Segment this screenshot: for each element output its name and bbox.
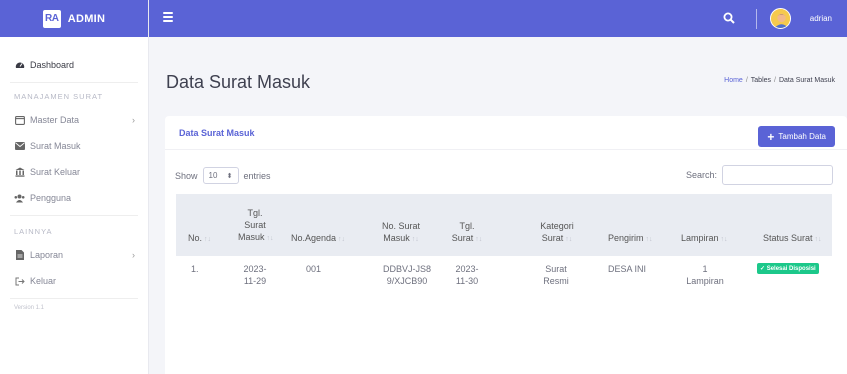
sidebar-item-label: Keluar <box>30 276 57 286</box>
breadcrumb-tables[interactable]: Tables <box>751 77 771 84</box>
show-label: Show <box>175 170 198 181</box>
building-icon <box>14 167 25 177</box>
sidebar-item-laporan[interactable]: Laporan › <box>0 242 148 268</box>
entries-control: Show 10 ⬍ entries <box>175 167 271 184</box>
brand-name: ADMIN <box>67 12 106 25</box>
entries-value: 10 <box>208 171 218 180</box>
column-header-no-agenda[interactable]: No.Agenda ↑↓ <box>291 232 345 246</box>
check-icon: ✓ <box>760 266 766 272</box>
breadcrumb-home[interactable]: Home <box>724 77 743 84</box>
brand[interactable]: RA ADMIN <box>0 0 148 37</box>
cell-pengirim: DESA INI <box>608 264 647 274</box>
sidebar-item-keluar[interactable]: Keluar <box>0 268 148 294</box>
logout-icon <box>14 277 25 286</box>
search-input[interactable] <box>722 165 833 185</box>
column-header-lampiran[interactable]: Lampiran ↑↓ <box>681 232 728 246</box>
file-icon <box>14 250 25 260</box>
cell-no-agenda: 001 <box>306 264 322 274</box>
cell-kategori: Surat Resmi <box>543 264 569 286</box>
users-icon <box>14 194 25 203</box>
card-title: Data Surat Masuk <box>179 127 255 138</box>
sidebar-heading-manage: MANAJAMEN SURAT <box>14 91 104 101</box>
chevron-right-icon: › <box>132 250 135 260</box>
card-header: Data Surat Masuk <box>165 116 847 150</box>
entries-label: entries <box>243 170 271 181</box>
entries-select[interactable]: 10 ⬍ <box>202 167 239 184</box>
cell-tgl-surat-masuk: 2023-11-29 <box>243 264 267 286</box>
page-title: Data Surat Masuk <box>166 72 311 92</box>
column-header-kategori-surat[interactable]: Kategori Surat ↑↓ <box>532 220 582 246</box>
status-badge: ✓ Selesai Disposisi <box>757 263 819 274</box>
column-header-pengirim[interactable]: Pengirim ↑↓ <box>608 232 653 246</box>
sidebar-item-label: Surat Masuk <box>30 141 81 151</box>
sidebar-item-surat-masuk[interactable]: Surat Masuk <box>0 133 148 159</box>
sidebar-item-dashboard[interactable]: Dashboard <box>0 52 148 78</box>
table-header: No. ↑↓ Tgl. Surat Masuk ↑↓ No.Agenda ↑↓ No.… <box>176 194 832 256</box>
add-data-label: Tambah Data <box>778 132 826 141</box>
plus-icon: + <box>767 129 775 144</box>
column-header-tgl-surat-masuk[interactable]: Tgl. Surat Masuk ↑↓ <box>238 207 274 245</box>
search-icon[interactable] <box>723 12 735 24</box>
chevron-right-icon: › <box>132 115 135 125</box>
breadcrumb: Home / Tables / Data Surat Masuk <box>724 77 835 84</box>
breadcrumb-current: Data Surat Masuk <box>778 77 835 84</box>
divider <box>10 215 138 216</box>
sidebar-item-surat-keluar[interactable]: Surat Keluar <box>0 159 148 185</box>
cell-tgl-surat: 2023-11-30 <box>455 264 479 286</box>
column-header-no[interactable]: No. ↑↓ <box>188 232 211 246</box>
window-icon <box>14 115 25 125</box>
sidebar-item-label: Laporan <box>30 250 64 260</box>
column-header-status-surat[interactable]: Status Surat ↑↓ <box>763 232 822 246</box>
data-card: Data Surat Masuk + Tambah Data Show 10 ⬍… <box>165 116 847 374</box>
sidebar-item-label: Dashboard <box>30 60 75 70</box>
add-data-button[interactable]: + Tambah Data <box>758 126 835 147</box>
divider <box>10 298 138 299</box>
column-header-no-surat-masuk[interactable]: No. Surat Masuk ↑↓ <box>370 220 432 246</box>
search-label: Search: <box>685 170 717 180</box>
divider <box>10 82 138 83</box>
sidebar-item-label: Master Data <box>30 115 80 125</box>
dashboard-icon <box>14 60 25 70</box>
cell-lampiran: 1 Lampiran <box>686 264 724 286</box>
sidebar-item-label: Surat Keluar <box>30 167 81 177</box>
sidebar-heading-other: LAINNYA <box>14 226 53 236</box>
sidebar-item-master-data[interactable]: Master Data › <box>0 107 148 133</box>
hamburger-icon[interactable] <box>163 12 173 24</box>
column-header-tgl-surat[interactable]: Tgl. Surat ↑↓ <box>450 220 484 246</box>
cell-no-surat: DDBVJ-JS89/XJCB90 <box>382 264 431 286</box>
user-name[interactable]: adrian <box>810 14 832 23</box>
sidebar-item-pengguna[interactable]: Pengguna <box>0 185 148 211</box>
cell-no: 1. <box>191 264 199 274</box>
version-text: Version 1.1 <box>14 305 45 311</box>
envelope-icon <box>14 142 25 150</box>
sidebar-item-label: Pengguna <box>30 193 72 203</box>
sort-updown-icon: ⬍ <box>226 172 233 180</box>
avatar[interactable] <box>770 8 791 29</box>
topbar-divider <box>756 9 757 29</box>
sidebar: RA ADMIN Dashboard MANAJAMEN SURAT Maste… <box>0 0 149 374</box>
table-row: 1. 2023-11-29 001 DDBVJ-JS89/XJCB90 2023… <box>176 256 832 306</box>
brand-logo: RA <box>42 9 61 28</box>
topbar: adrian <box>149 0 847 37</box>
table-search: Search: <box>686 165 833 185</box>
